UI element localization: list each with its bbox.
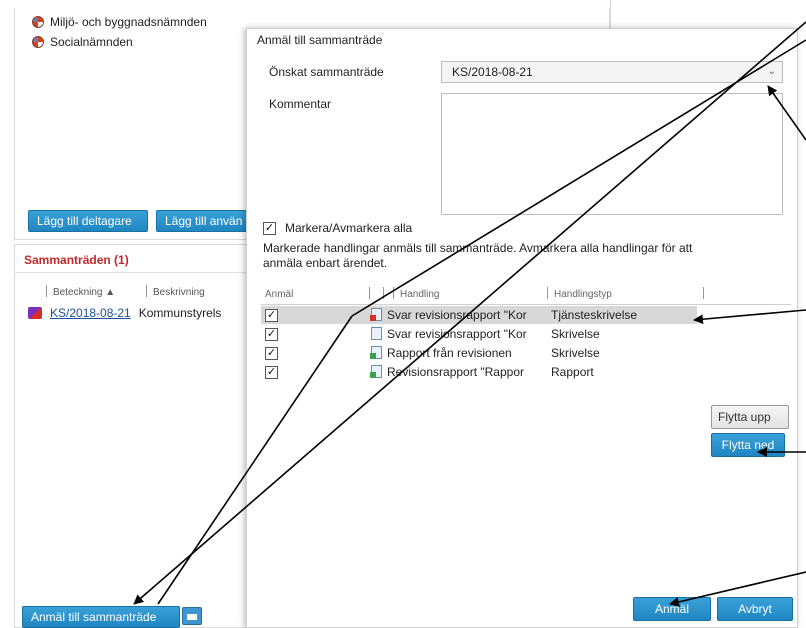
document-icon bbox=[370, 308, 382, 321]
grid-header-separator bbox=[703, 287, 710, 303]
grid-header-separator bbox=[369, 287, 376, 303]
meeting-label: Önskat sammanträde bbox=[269, 65, 384, 79]
move-down-button[interactable]: Flytta ned bbox=[711, 433, 785, 457]
report-to-meeting-button[interactable]: Anmäl till sammanträde bbox=[22, 606, 180, 628]
column-separator bbox=[369, 287, 370, 299]
add-user-button[interactable]: Lägg till använ bbox=[156, 210, 250, 232]
row-document[interactable]: Svar revisionsrapport "Kor bbox=[387, 325, 545, 343]
row-checkbox[interactable]: ✓ bbox=[265, 347, 278, 360]
meetings-section-title: Sammanträden (1) bbox=[24, 253, 129, 267]
dialog-title: Anmäl till sammanträde bbox=[257, 33, 383, 47]
row-doc-type: Skrivelse bbox=[551, 346, 600, 360]
grid-header-report[interactable]: Anmäl bbox=[265, 287, 293, 303]
cancel-button[interactable]: Avbryt bbox=[717, 597, 793, 621]
row-document[interactable]: Rapport från revisionen bbox=[387, 344, 545, 362]
comment-label: Kommentar bbox=[269, 97, 332, 111]
meeting-icon bbox=[28, 307, 42, 319]
row-checkbox[interactable]: ✓ bbox=[265, 328, 278, 341]
grid-header-separator bbox=[383, 287, 390, 303]
document-icon bbox=[371, 327, 382, 340]
meeting-link[interactable]: KS/2018-08-21 bbox=[50, 306, 131, 320]
committee-icon bbox=[32, 16, 44, 28]
meeting-select[interactable]: KS/2018-08-21 ⌄ bbox=[441, 61, 783, 83]
document-icon bbox=[370, 346, 382, 359]
document-icon bbox=[370, 365, 382, 378]
row-checkbox[interactable]: ✓ bbox=[265, 366, 278, 379]
select-all-checkbox[interactable]: ✓ bbox=[263, 222, 276, 235]
grid-header-doc-type[interactable]: Handlingstyp bbox=[547, 287, 612, 303]
row-document[interactable]: Svar revisionsrapport "Kor bbox=[387, 306, 545, 324]
committee-icon bbox=[32, 36, 44, 48]
meeting-description: Kommunstyrels bbox=[138, 306, 222, 320]
tree-item-miljo[interactable]: Miljö- och byggnadsnämnden bbox=[32, 14, 207, 30]
info-text: Markerade handlingar anmäls till sammant… bbox=[263, 241, 693, 270]
meeting-row[interactable]: KS/2018-08-21 Kommunstyrels bbox=[28, 305, 221, 321]
tree-item-social[interactable]: Socialnämnden bbox=[32, 34, 133, 50]
row-checkbox[interactable]: ✓ bbox=[265, 309, 278, 322]
report-to-meeting-dialog: Anmäl till sammanträde Önskat sammanträd… bbox=[246, 28, 798, 628]
row-document[interactable]: Revisionsrapport "Rappor bbox=[387, 363, 545, 381]
comment-textarea[interactable] bbox=[441, 93, 783, 215]
column-header-designation[interactable]: Beteckning ▲ bbox=[46, 285, 115, 299]
grid-header-document[interactable]: Handling bbox=[393, 287, 439, 303]
column-separator bbox=[547, 287, 548, 299]
select-all-label: Markera/Avmarkera alla bbox=[285, 221, 413, 235]
column-separator bbox=[393, 287, 394, 299]
column-separator bbox=[703, 287, 704, 299]
add-participant-button[interactable]: Lägg till deltagare bbox=[28, 210, 148, 232]
column-separator bbox=[46, 285, 47, 297]
column-header-description[interactable]: Beskrivning bbox=[146, 285, 205, 299]
column-separator bbox=[146, 285, 147, 297]
grid-header-divider bbox=[261, 304, 791, 305]
chevron-down-icon[interactable]: ⌄ bbox=[768, 62, 776, 82]
move-up-button[interactable]: Flytta upp bbox=[711, 405, 789, 429]
row-doc-type: Skrivelse bbox=[551, 327, 600, 341]
submit-button[interactable]: Anmäl bbox=[633, 597, 711, 621]
meeting-select-value: KS/2018-08-21 bbox=[452, 65, 533, 79]
column-separator bbox=[383, 287, 384, 299]
row-doc-type: Tjänsteskrivelse bbox=[551, 308, 638, 322]
row-doc-type: Rapport bbox=[551, 365, 594, 379]
print-icon[interactable] bbox=[182, 607, 202, 625]
